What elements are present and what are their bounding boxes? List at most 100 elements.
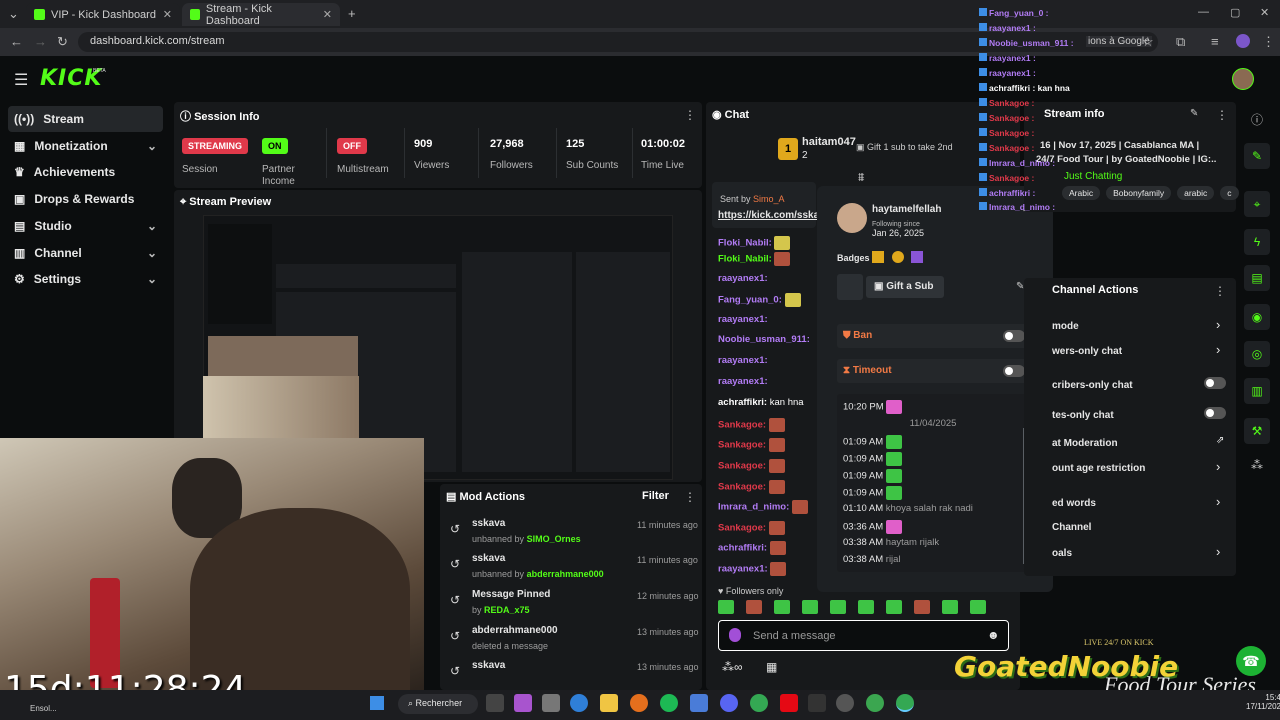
hamburger-icon[interactable]: ☰ xyxy=(14,70,28,90)
chat-message[interactable]: Noobie_usman_911: xyxy=(718,334,810,348)
channel-action-item[interactable]: ed words › xyxy=(1052,494,1230,511)
support-bubble-icon[interactable]: ☎ xyxy=(1236,646,1266,676)
chat-username[interactable]: achraffikri: xyxy=(718,397,767,408)
emote[interactable] xyxy=(774,600,790,614)
channel-action-item[interactable]: oals › xyxy=(1052,544,1230,561)
chat-username[interactable]: raayanex1: xyxy=(718,355,768,366)
reload-icon[interactable]: ↻ xyxy=(57,34,68,50)
card-username[interactable]: haytamelfellah xyxy=(872,204,941,215)
sidebar-item-monetization[interactable]: ▦ Monetization ⌄ xyxy=(8,133,163,159)
chat-message[interactable]: achraffikri: xyxy=(718,541,786,555)
timeout-row[interactable]: ⧗ Timeout xyxy=(837,359,1031,383)
task-view-icon[interactable] xyxy=(486,694,504,712)
emote[interactable] xyxy=(970,600,986,614)
chat-message[interactable]: Sankagoe: xyxy=(718,459,785,473)
tag[interactable]: c xyxy=(1220,186,1239,200)
chat-username[interactable]: Floki_Nabil: xyxy=(718,238,772,249)
weather-widget[interactable]: Ensol... xyxy=(30,704,57,713)
emote[interactable] xyxy=(942,600,958,614)
sidebar-item-drops[interactable]: ▣ Drops & Rewards xyxy=(8,186,163,212)
channel-action-item[interactable]: mode › xyxy=(1052,317,1230,334)
extensions-icon[interactable]: ⧉ xyxy=(1176,34,1185,50)
close-tab-icon[interactable]: ✕ xyxy=(163,8,172,21)
broadcast-icon[interactable]: ◎ xyxy=(1244,341,1270,367)
channel-action-item[interactable]: at Moderation ⇗ xyxy=(1052,435,1230,451)
wrench-icon[interactable]: ⚒ xyxy=(1244,418,1270,444)
pin-icon[interactable]: ⩩ xyxy=(858,170,864,185)
channel-actions-menu-icon[interactable]: ⋮ xyxy=(1214,284,1226,298)
mod-action-row[interactable]: ↺ Message Pinned by REDA_x75 12 minutes … xyxy=(448,589,699,625)
mod-action-row[interactable]: ↺ abderrahmane000 deleted a message 13 m… xyxy=(448,625,699,661)
chrome-active-icon[interactable] xyxy=(896,694,914,712)
chat-message[interactable]: raayanex1: xyxy=(718,273,768,287)
edit-icon[interactable]: ✎ xyxy=(1190,108,1198,119)
timeout-toggle[interactable] xyxy=(1003,365,1025,377)
top-gifter-name[interactable]: haitam047 xyxy=(802,136,856,148)
app-icon[interactable] xyxy=(542,694,560,712)
bookmark-star-icon[interactable]: ☆ xyxy=(1142,34,1154,50)
chat-username[interactable]: achraffikri: xyxy=(718,543,767,554)
channel-action-item[interactable]: Channel xyxy=(1052,519,1230,535)
ban-row[interactable]: ⛊ Ban xyxy=(837,324,1031,348)
chat-username[interactable]: Sankagoe: xyxy=(718,523,766,534)
poll-icon[interactable]: ▥ xyxy=(1244,378,1270,404)
mic-icon[interactable] xyxy=(729,628,741,642)
chat-message[interactable]: Sankagoe: xyxy=(718,438,785,452)
maximize-icon[interactable]: ▢ xyxy=(1230,6,1240,19)
chat-message[interactable]: Sankagoe: xyxy=(718,418,785,432)
emote[interactable] xyxy=(914,600,930,614)
taskbar-search[interactable]: ⌕ Rechercher xyxy=(398,694,478,714)
tag[interactable]: Arabic xyxy=(1062,186,1101,200)
chat-username[interactable]: Sankagoe: xyxy=(718,461,766,472)
app-icon[interactable] xyxy=(866,694,884,712)
emote[interactable] xyxy=(802,600,818,614)
forward-icon[interactable]: → xyxy=(34,34,47,49)
apps-icon[interactable]: ⁂ xyxy=(1244,452,1270,478)
sidebar-item-stream[interactable]: ((•)) Stream xyxy=(8,106,163,132)
chat-message[interactable]: Floki_Nabil: xyxy=(718,236,791,250)
close-tab-icon[interactable]: ✕ xyxy=(323,8,332,21)
close-window-icon[interactable]: ✕ xyxy=(1260,6,1269,19)
channel-action-item[interactable]: ount age restriction › xyxy=(1052,459,1230,476)
profile-avatar[interactable] xyxy=(1236,34,1250,48)
chat-message[interactable]: Imrara_d_nimo: xyxy=(718,500,808,514)
info-icon[interactable]: ⓘ xyxy=(1244,106,1270,132)
user-avatar[interactable] xyxy=(1232,68,1254,90)
chat-username[interactable]: raayanex1: xyxy=(718,273,768,284)
chat-message[interactable]: Sankagoe: xyxy=(718,480,785,494)
tab-vip[interactable]: VIP - Kick Dashboard ✕ xyxy=(26,3,180,26)
channel-action-item[interactable]: cribers-only chat xyxy=(1052,377,1230,393)
pinned-link[interactable]: https://kick.com/sska xyxy=(718,210,819,221)
tab-search-icon[interactable]: ≡ xyxy=(1211,34,1219,49)
emoji-icon[interactable]: ☻ xyxy=(987,628,1000,642)
emote[interactable] xyxy=(746,600,762,614)
new-tab-icon[interactable]: + xyxy=(348,6,356,21)
chat-message[interactable]: achraffikri: kan hna xyxy=(718,397,804,411)
edit-icon[interactable]: ✎ xyxy=(1244,143,1270,169)
app-icon[interactable] xyxy=(836,694,854,712)
emote[interactable] xyxy=(886,600,902,614)
minimize-icon[interactable]: — xyxy=(1198,6,1209,18)
chat-message[interactable]: Floki_Nabil: xyxy=(718,252,791,266)
tab-stream[interactable]: Stream - Kick Dashboard ✕ xyxy=(182,3,340,27)
app-icon[interactable] xyxy=(690,694,708,712)
chat-username[interactable]: Floki_Nabil: xyxy=(718,254,772,265)
gift-sub-button[interactable]: ▣ Gift a Sub xyxy=(866,276,944,298)
channel-action-item[interactable]: tes-only chat xyxy=(1052,407,1230,423)
edge-icon[interactable] xyxy=(570,694,588,712)
chat-username[interactable]: Sankagoe: xyxy=(718,440,766,451)
emote[interactable] xyxy=(718,600,734,614)
tag[interactable]: arabic xyxy=(1177,186,1215,200)
settings-dots-icon[interactable]: ⁂∞ xyxy=(722,660,743,674)
chat-message[interactable]: Fang_yuan_0: xyxy=(718,293,801,307)
discord-icon[interactable] xyxy=(720,694,738,712)
clip-icon[interactable]: ⌖ xyxy=(1244,191,1270,217)
chat-username[interactable]: raayanex1: xyxy=(718,564,768,575)
session-menu-icon[interactable]: ⋮ xyxy=(684,108,696,122)
chat-message[interactable]: raayanex1: xyxy=(718,562,787,576)
mod-menu-icon[interactable]: ⋮ xyxy=(684,490,696,504)
windows-start-icon[interactable] xyxy=(370,696,384,710)
chat-username[interactable]: Noobie_usman_911: xyxy=(718,334,810,345)
browser-menu-icon[interactable]: ⋮ xyxy=(1262,34,1275,50)
ban-toggle[interactable] xyxy=(1003,330,1025,342)
